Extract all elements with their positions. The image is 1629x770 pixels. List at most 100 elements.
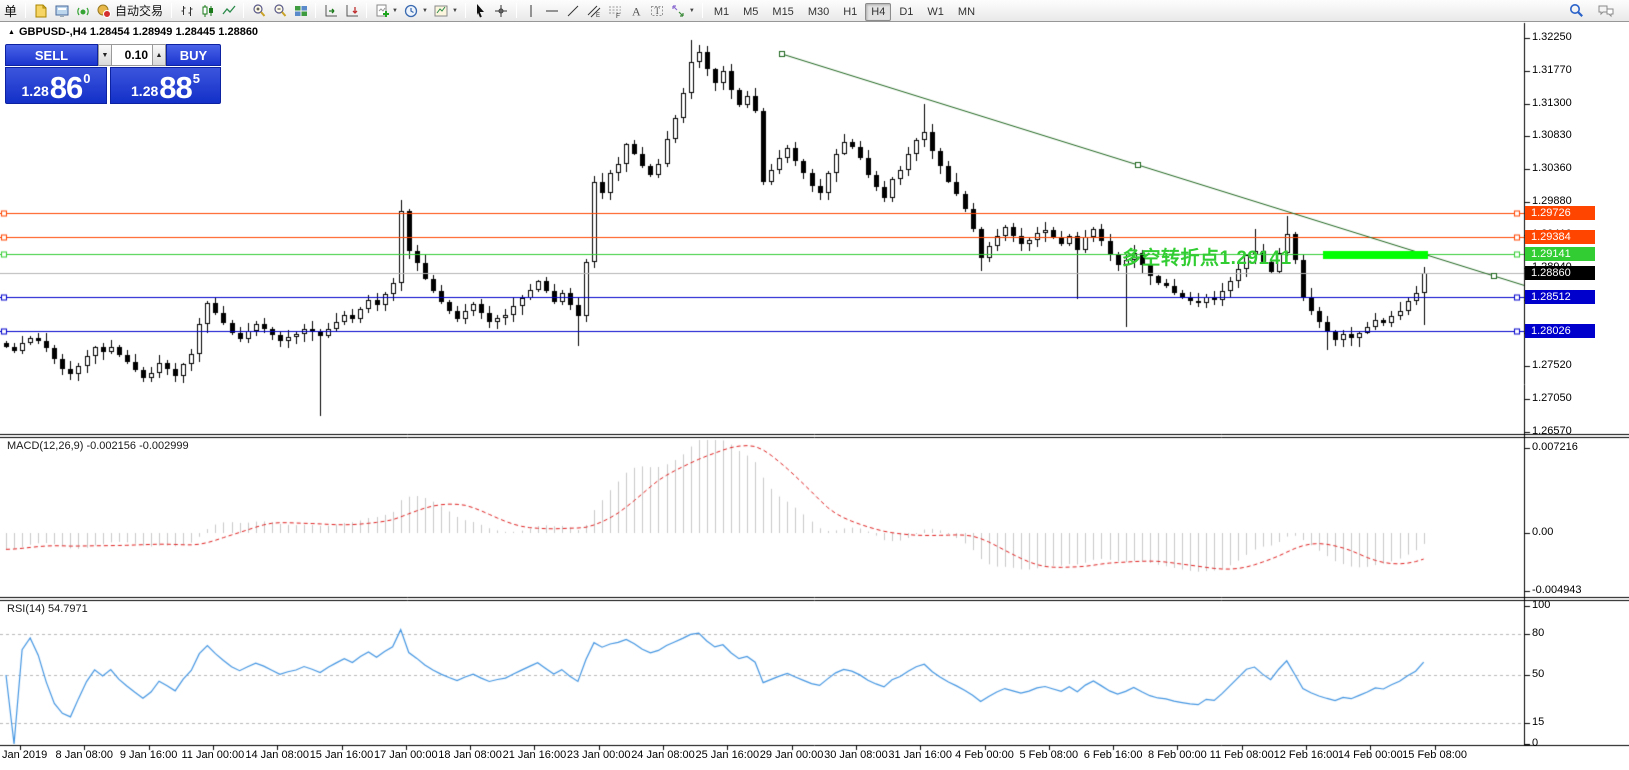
time-axis-label: 9 Jan 16:00 [120,749,178,761]
chart-title-text: GBPUSD-,H4 1.28454 1.28949 1.28445 1.288… [19,26,258,38]
crosshair-icon[interactable] [491,1,512,20]
indicators-dropdown-caret[interactable]: ▼ [392,8,398,14]
svg-text:A: A [632,4,641,18]
menu-fragment[interactable]: 单 [4,1,17,20]
autotrading-label[interactable]: 自动交易 [115,2,163,19]
time-axis-label: 15 Jan 16:00 [310,749,374,761]
templates-icon[interactable] [431,1,452,20]
auto-scroll-icon[interactable] [320,1,341,20]
time-axis-label: 18 Jan 08:00 [438,749,502,761]
timeframe-button-mn[interactable]: MN [952,3,981,21]
timeframe-button-w1[interactable]: W1 [921,3,950,21]
timeframe-button-m1[interactable]: M1 [708,3,735,21]
candlestick-chart-icon[interactable] [197,1,218,20]
tile-windows-icon[interactable] [290,1,311,20]
new-order-icon[interactable] [30,1,51,20]
timeframe-button-m5[interactable]: M5 [737,3,764,21]
rsi-axis-tick: 80 [1532,627,1544,639]
cursor-icon[interactable] [470,1,491,20]
autotrading-icon[interactable] [93,1,114,20]
signal-center-icon[interactable] [72,1,93,20]
equidistant-channel-icon[interactable]: E [584,1,605,20]
collapse-triangle-icon[interactable]: ▲ [8,29,15,36]
volume-increase-button[interactable]: ▲ [152,44,166,66]
periods-dropdown-caret[interactable]: ▼ [422,8,428,14]
search-icon[interactable] [1566,1,1587,20]
buy-price-base: 1.28 [131,84,158,98]
time-axis-label: 29 Jan 00:00 [760,749,824,761]
zoom-out-icon[interactable] [269,1,290,20]
templates-dropdown-caret[interactable]: ▼ [452,8,458,14]
time-axis-label: 30 Jan 08:00 [824,749,888,761]
toolbar-separator [465,3,466,18]
rsi-axis-tick: 100 [1532,599,1550,611]
timeframe-button-m15[interactable]: M15 [766,3,799,21]
vertical-line-icon[interactable] [521,1,542,20]
arrows-dropdown-caret[interactable]: ▼ [689,8,695,14]
price-axis-tick: 1.27520 [1532,359,1572,371]
buy-button[interactable]: BUY [166,44,221,66]
zoom-in-icon[interactable] [248,1,269,20]
time-axis-label: 15 Feb 08:00 [1402,749,1467,761]
trendline-icon[interactable] [563,1,584,20]
buy-price-pips: 88 [159,75,191,101]
turning-point-annotation[interactable]: 多空转折点1.29141 [1122,243,1292,270]
sell-price-display[interactable]: 1.28 86 0 [5,67,107,104]
svg-text:T: T [655,6,661,16]
buy-price-point: 5 [193,72,200,85]
fibonacci-icon[interactable]: F [605,1,626,20]
rsi-axis-tick: 15 [1532,716,1544,728]
text-label-icon[interactable]: T [647,1,668,20]
time-axis-label: 11 Jan 00:00 [181,749,244,761]
time-axis-label: 24 Jan 08:00 [631,749,695,761]
price-axis-tick: 1.27050 [1532,392,1572,404]
level-price-label: 1.29141 [1525,247,1595,261]
timeframe-button-d1[interactable]: D1 [893,3,919,21]
indicators-icon[interactable] [371,1,392,20]
timeframe-button-h4[interactable]: H4 [865,3,891,21]
terminal-icon[interactable] [51,1,72,20]
chart-canvas[interactable] [0,0,1629,770]
chart-shift-icon[interactable] [341,1,362,20]
price-axis-tick: 1.30360 [1532,162,1572,174]
toolbar-separator [25,3,26,18]
volume-input[interactable]: 0.10 [112,44,152,66]
periods-icon[interactable] [401,1,422,20]
arrows-icon[interactable] [668,1,689,20]
buy-price-display[interactable]: 1.28 88 5 [110,67,221,104]
level-price-label: 1.29384 [1525,230,1595,244]
price-axis-tick: 1.32250 [1532,31,1572,43]
chat-icon[interactable] [1595,1,1616,20]
timeframe-button-h1[interactable]: H1 [837,3,863,21]
sell-price-base: 1.28 [22,84,49,98]
horizontal-line-icon[interactable] [542,1,563,20]
time-axis-label: 8 Feb 00:00 [1148,749,1207,761]
volume-decrease-button[interactable]: ▼ [98,44,112,66]
time-axis-label: 14 Feb 00:00 [1338,749,1403,761]
current-price-label: 1.28860 [1525,266,1595,280]
line-chart-icon[interactable] [218,1,239,20]
text-icon[interactable]: A [626,1,647,20]
one-click-trading-panel: SELL ▼ 0.10 ▲ BUY 1.28 86 0 1.28 88 5 [5,44,221,104]
sell-price-pips: 86 [50,75,82,101]
toolbar-separator [171,3,172,18]
sell-button[interactable]: SELL [5,44,98,66]
toolbar-separator [366,3,367,18]
price-axis-tick: 1.31770 [1532,64,1572,76]
level-price-label: 1.29726 [1525,206,1595,220]
rsi-axis-tick: 50 [1532,668,1544,680]
time-axis-label: 14 Jan 08:00 [245,749,309,761]
macd-axis-tick: 0.00 [1532,526,1553,538]
timeframe-button-m30[interactable]: M30 [802,3,835,21]
toolbar-separator [702,3,703,18]
macd-axis-tick: -0.004943 [1532,584,1582,596]
toolbar-separator [315,3,316,18]
level-price-label: 1.28512 [1525,290,1595,304]
time-axis-label: 21 Jan 16:00 [503,749,567,761]
macd-axis-tick: 0.007216 [1532,441,1578,453]
toolbar-separator [516,3,517,18]
level-price-label: 1.28026 [1525,324,1595,338]
time-axis-label: 23 Jan 00:00 [567,749,631,761]
rsi-label: RSI(14) 54.7971 [7,603,88,615]
bar-chart-icon[interactable] [176,1,197,20]
